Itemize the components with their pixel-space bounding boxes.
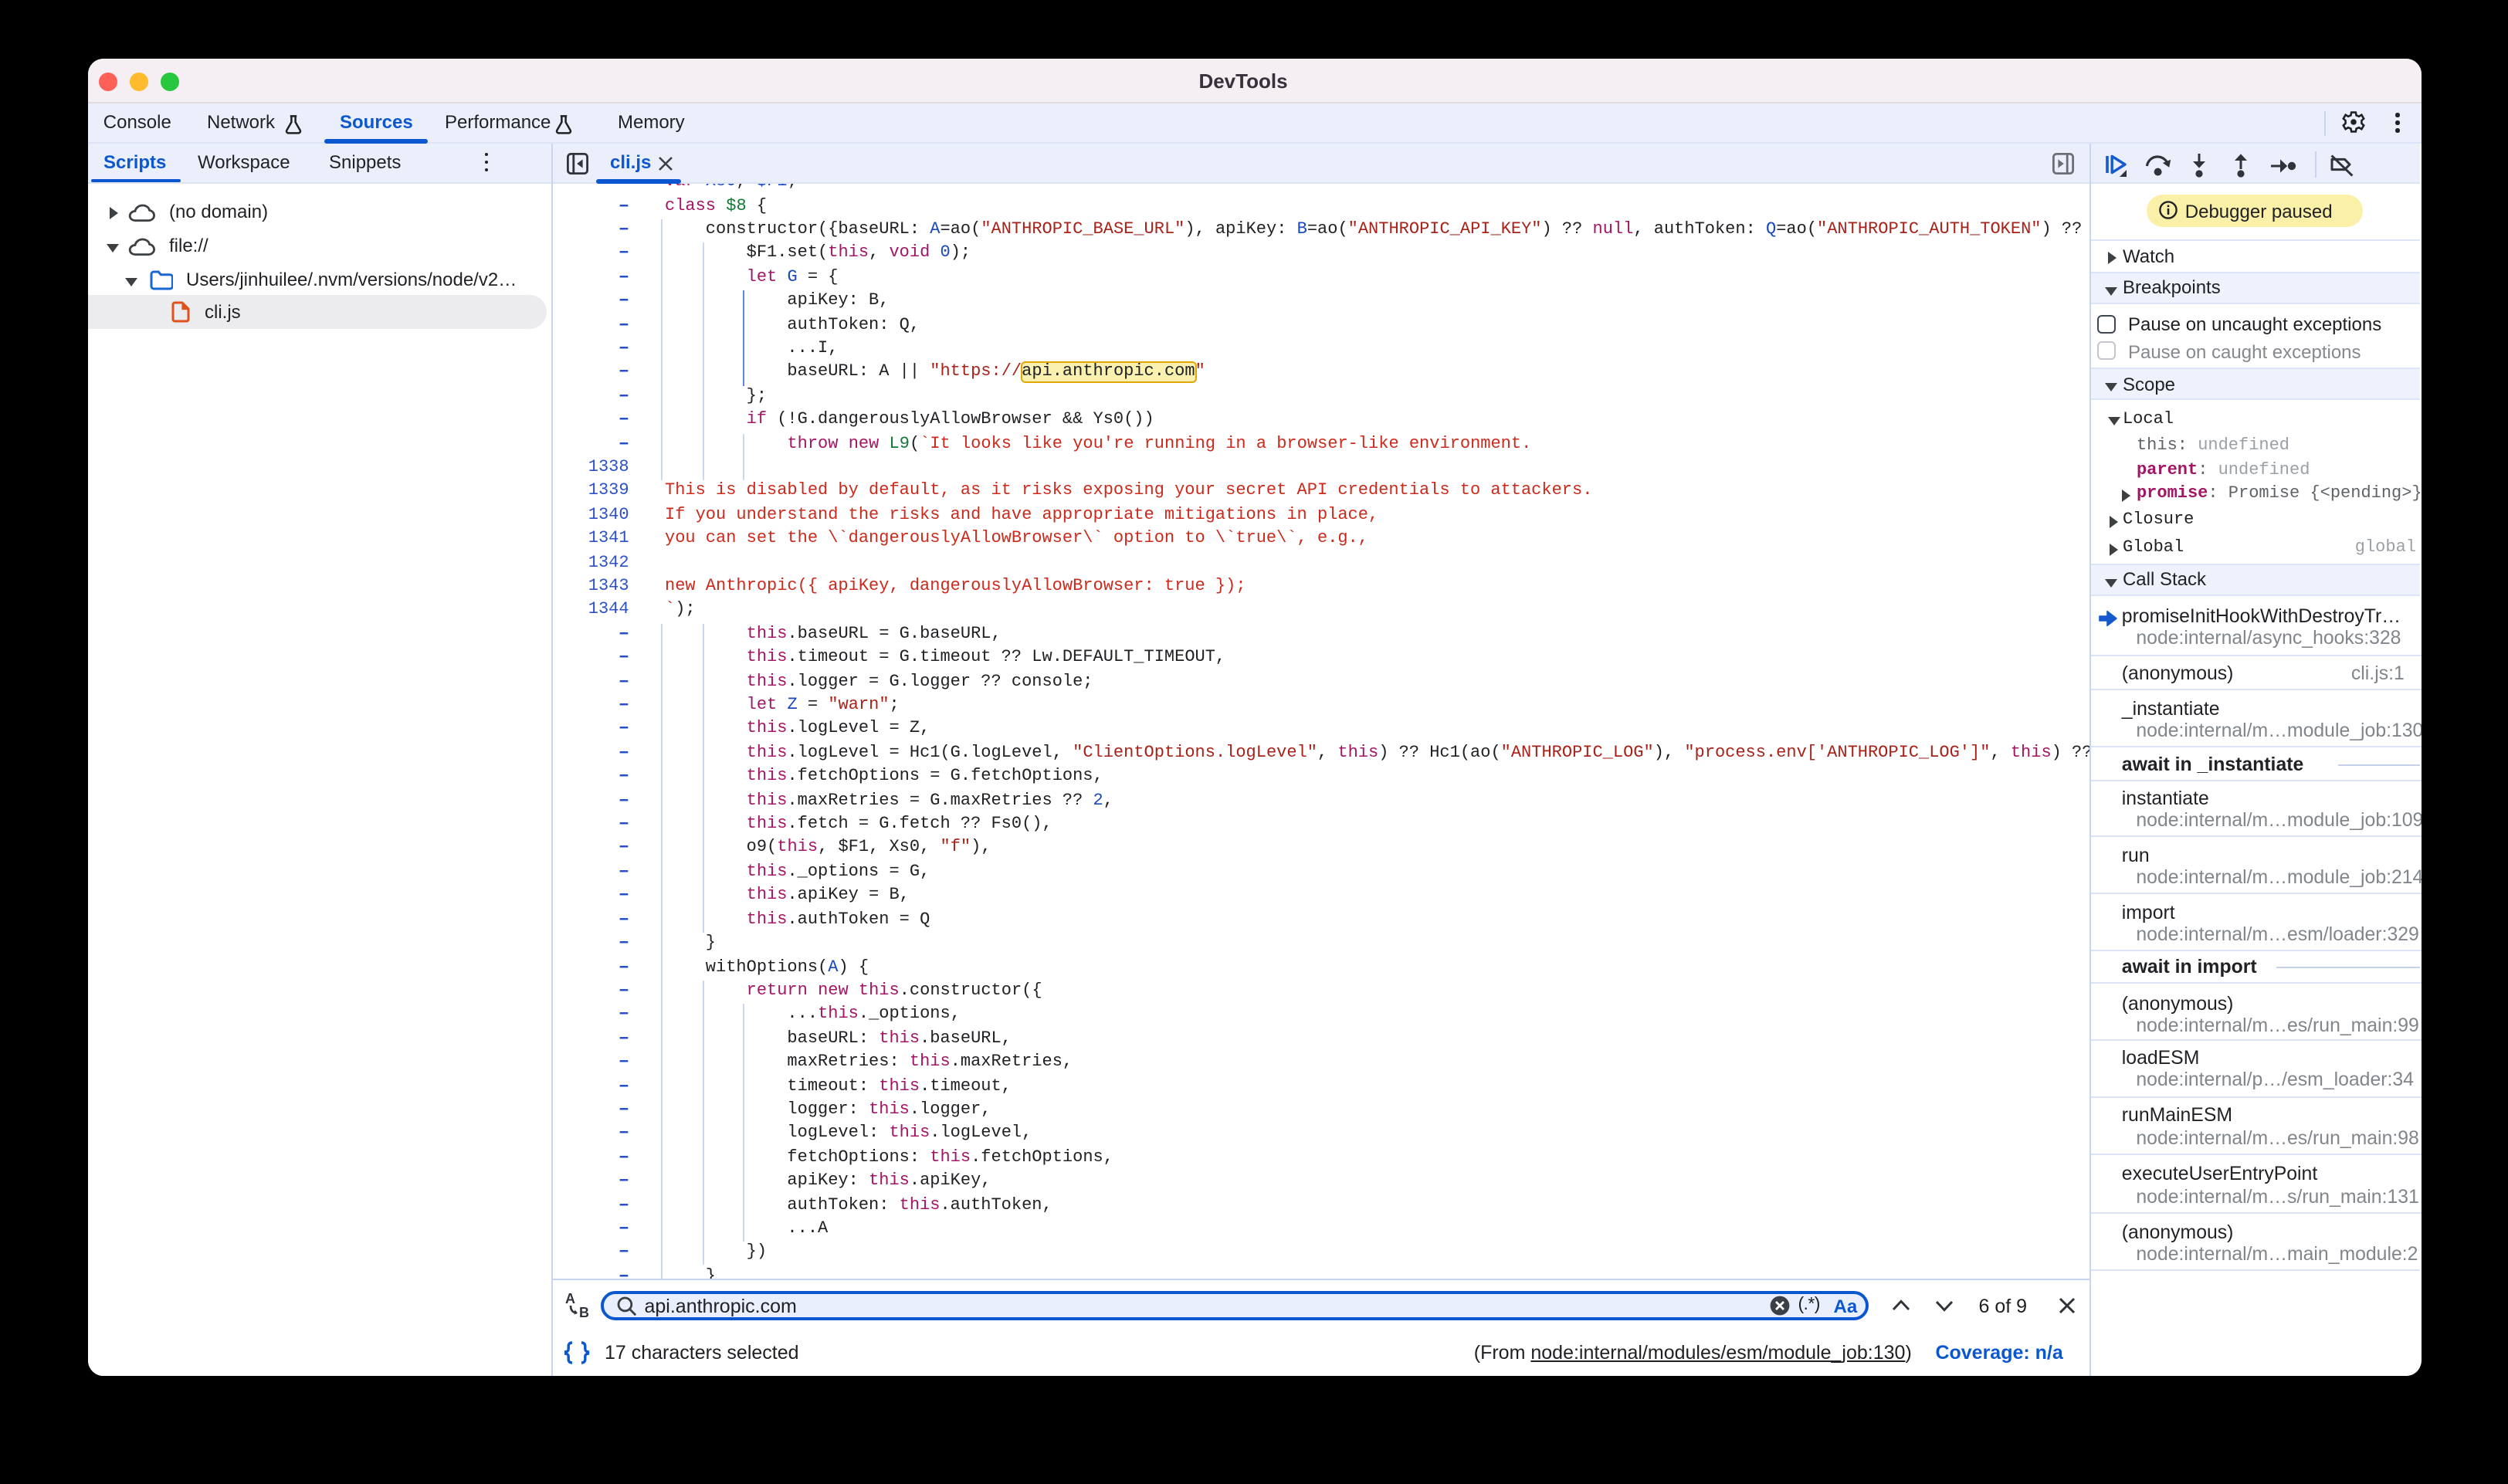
svg-text:A: A <box>565 1291 575 1306</box>
svg-text:B: B <box>579 1305 589 1320</box>
